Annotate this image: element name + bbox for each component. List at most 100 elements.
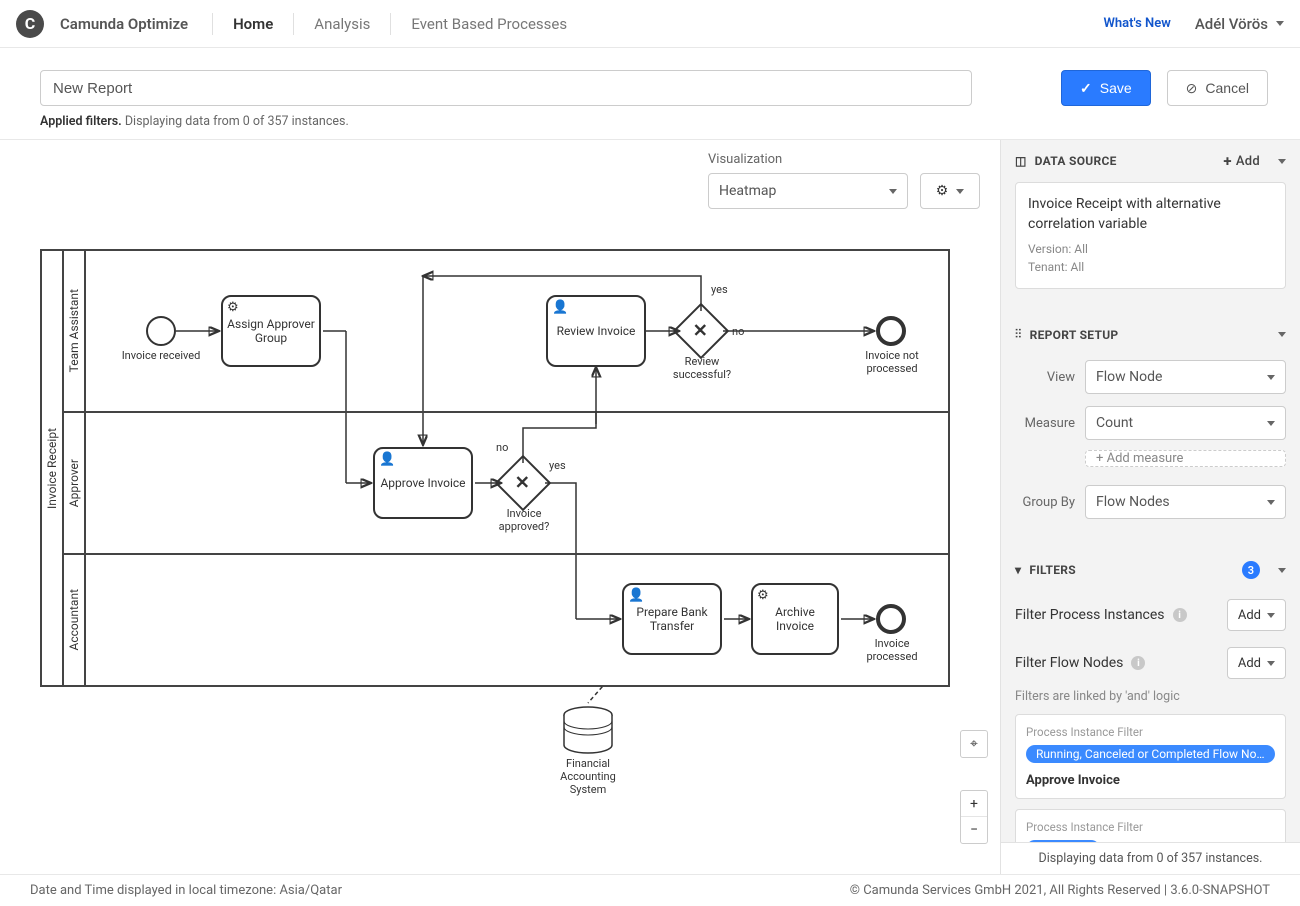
gateway-approve[interactable]: ✕ (495, 455, 552, 512)
filter-fn-label: Filter Flow Nodes (1015, 655, 1123, 671)
add-label: Add (1236, 154, 1260, 169)
data-source-add-button[interactable]: + Add (1223, 152, 1260, 170)
chevron-down-icon (1278, 159, 1286, 164)
info-icon[interactable]: i (1131, 656, 1145, 670)
bars-icon: ⫶⫶ (1015, 327, 1022, 342)
nav-separator (212, 13, 213, 35)
zoom-out-button[interactable]: − (961, 817, 987, 843)
bpmn-pool: Invoice Receipt Team Assistant Invoice r… (40, 249, 950, 687)
data-store[interactable] (562, 705, 614, 755)
bpmn-diagram[interactable]: Invoice Receipt Team Assistant Invoice r… (40, 249, 950, 807)
chevron-down-icon (1267, 661, 1275, 666)
add-measure-button[interactable]: + Add measure (1085, 450, 1286, 467)
edge-label-yes: yes (549, 459, 566, 472)
task-label: Archive Invoice (757, 605, 833, 633)
report-name-input[interactable] (40, 70, 972, 106)
lane-approver: Approver 👤 Approve Invoice ✕ Invoice app… (64, 413, 948, 555)
gateway-review-label: Review successful? (662, 355, 742, 381)
task-label: Approve Invoice (380, 476, 465, 490)
whats-new-link[interactable]: What's New (1104, 16, 1171, 31)
start-event-label: Invoice received (121, 349, 201, 362)
pool-label: Invoice Receipt (45, 428, 59, 509)
applied-filters-count: Displaying data from 0 of 357 instances. (125, 114, 349, 129)
task-approve-invoice[interactable]: 👤 Approve Invoice (373, 447, 473, 519)
copyright-text: © Camunda Services GmbH 2021, All Rights… (850, 883, 1270, 898)
chevron-down-icon (1267, 375, 1275, 380)
measure-label: Measure (1015, 416, 1075, 431)
view-value: Flow Node (1096, 369, 1162, 385)
chevron-down-icon (1267, 500, 1275, 505)
filter-chip: Running, Canceled or Completed Flow No..… (1026, 745, 1275, 763)
report-setup-header[interactable]: ⫶⫶ REPORT SETUP (1001, 315, 1300, 354)
end-event-not-processed[interactable] (876, 316, 906, 346)
timezone-text: Date and Time displayed in local timezon… (30, 883, 342, 898)
view-label: View (1015, 370, 1075, 385)
gear-icon: ⚙ (936, 183, 949, 199)
cancel-icon: ⊘ (1186, 80, 1198, 97)
task-review-invoice[interactable]: 👤 Review Invoice (546, 295, 646, 367)
chevron-down-icon (889, 189, 897, 194)
end-event-processed[interactable] (876, 604, 906, 634)
data-source-tenant: Tenant: All (1028, 258, 1273, 276)
cube-icon: ◫ (1015, 154, 1027, 168)
visualization-select[interactable]: Heatmap (708, 173, 908, 209)
zoom-in-button[interactable]: + (961, 791, 987, 817)
panel-footer: Displaying data from 0 of 357 instances. (1001, 842, 1300, 874)
main-nav: Home Analysis Event Based Processes (212, 9, 583, 39)
lane-label: Team Assistant (67, 289, 81, 372)
gateway-approve-label: Invoice approved? (484, 507, 564, 533)
filter-icon: ▾ (1015, 563, 1021, 577)
data-source-version: Version: All (1028, 240, 1273, 258)
task-assign-approver[interactable]: ⚙ Assign Approver Group (221, 295, 321, 367)
cancel-button[interactable]: ⊘ Cancel (1167, 70, 1268, 106)
task-label: Review Invoice (557, 324, 636, 338)
filter-fn-add-dropdown[interactable]: Add (1227, 647, 1286, 679)
visualization-settings-button[interactable]: ⚙ (920, 173, 980, 209)
applied-filters-text: Applied filters. Displaying data from 0 … (40, 114, 972, 129)
filter-card-target: Approve Invoice (1026, 773, 1275, 788)
filter-note: Filters are linked by 'and' logic (1001, 687, 1300, 714)
filter-card-type: Process Instance Filter (1026, 725, 1275, 739)
main-area: Visualization Heatmap ⚙ Invoice Receipt … (0, 140, 1300, 874)
view-select[interactable]: Flow Node (1085, 360, 1286, 394)
data-source-card[interactable]: Invoice Receipt with alternative correla… (1015, 182, 1286, 289)
nav-analysis[interactable]: Analysis (298, 9, 386, 39)
filter-card[interactable]: Process Instance Filter Running, Cancele… (1015, 714, 1286, 799)
brand-logo: C (16, 10, 44, 38)
task-prepare-bank-transfer[interactable]: 👤 Prepare Bank Transfer (622, 583, 722, 655)
report-toolbar: Applied filters. Displaying data from 0 … (0, 48, 1300, 140)
section-title: DATA SOURCE (1035, 154, 1117, 168)
edge-label-yes: yes (711, 283, 728, 296)
nav-event-based-processes[interactable]: Event Based Processes (395, 9, 583, 39)
gear-icon: ⚙ (227, 300, 239, 315)
user-menu[interactable]: Adél Vörös (1195, 15, 1284, 33)
task-archive-invoice[interactable]: ⚙ Archive Invoice (751, 583, 839, 655)
locate-button[interactable]: ⌖ (960, 730, 988, 758)
group-by-select[interactable]: Flow Nodes (1085, 485, 1286, 519)
end-event-label: Invoice not processed (852, 349, 932, 375)
filters-count-badge: 3 (1242, 561, 1260, 579)
nav-home[interactable]: Home (217, 9, 289, 39)
filters-header[interactable]: ▾ FILTERS 3 (1001, 549, 1300, 591)
visualization-label: Visualization (708, 152, 908, 167)
data-source-header[interactable]: ◫ DATA SOURCE + Add (1001, 140, 1300, 182)
gateway-review[interactable]: ✕ (673, 303, 730, 360)
add-label: Add (1238, 656, 1261, 671)
info-icon[interactable]: i (1173, 608, 1187, 622)
save-button[interactable]: ✓ Save (1061, 70, 1151, 106)
save-label: Save (1100, 80, 1132, 96)
chevron-down-icon (1267, 421, 1275, 426)
config-panel: ◫ DATA SOURCE + Add Invoice Receipt with… (1000, 140, 1300, 874)
app-header: C Camunda Optimize Home Analysis Event B… (0, 0, 1300, 48)
filter-pi-add-dropdown[interactable]: Add (1227, 599, 1286, 631)
brand-name: Camunda Optimize (60, 15, 188, 33)
page-footer: Date and Time displayed in local timezon… (0, 874, 1300, 906)
applied-filters-label: Applied filters. (40, 114, 122, 129)
start-event[interactable] (146, 316, 176, 346)
group-by-label: Group By (1015, 495, 1075, 510)
nav-separator (390, 13, 391, 35)
crosshair-icon: ⌖ (970, 736, 978, 752)
measure-select[interactable]: Count (1085, 406, 1286, 440)
chevron-down-icon (1278, 332, 1286, 337)
lane-accountant: Accountant 👤 Prepare Bank Transfer ⚙ Arc… (64, 555, 948, 685)
